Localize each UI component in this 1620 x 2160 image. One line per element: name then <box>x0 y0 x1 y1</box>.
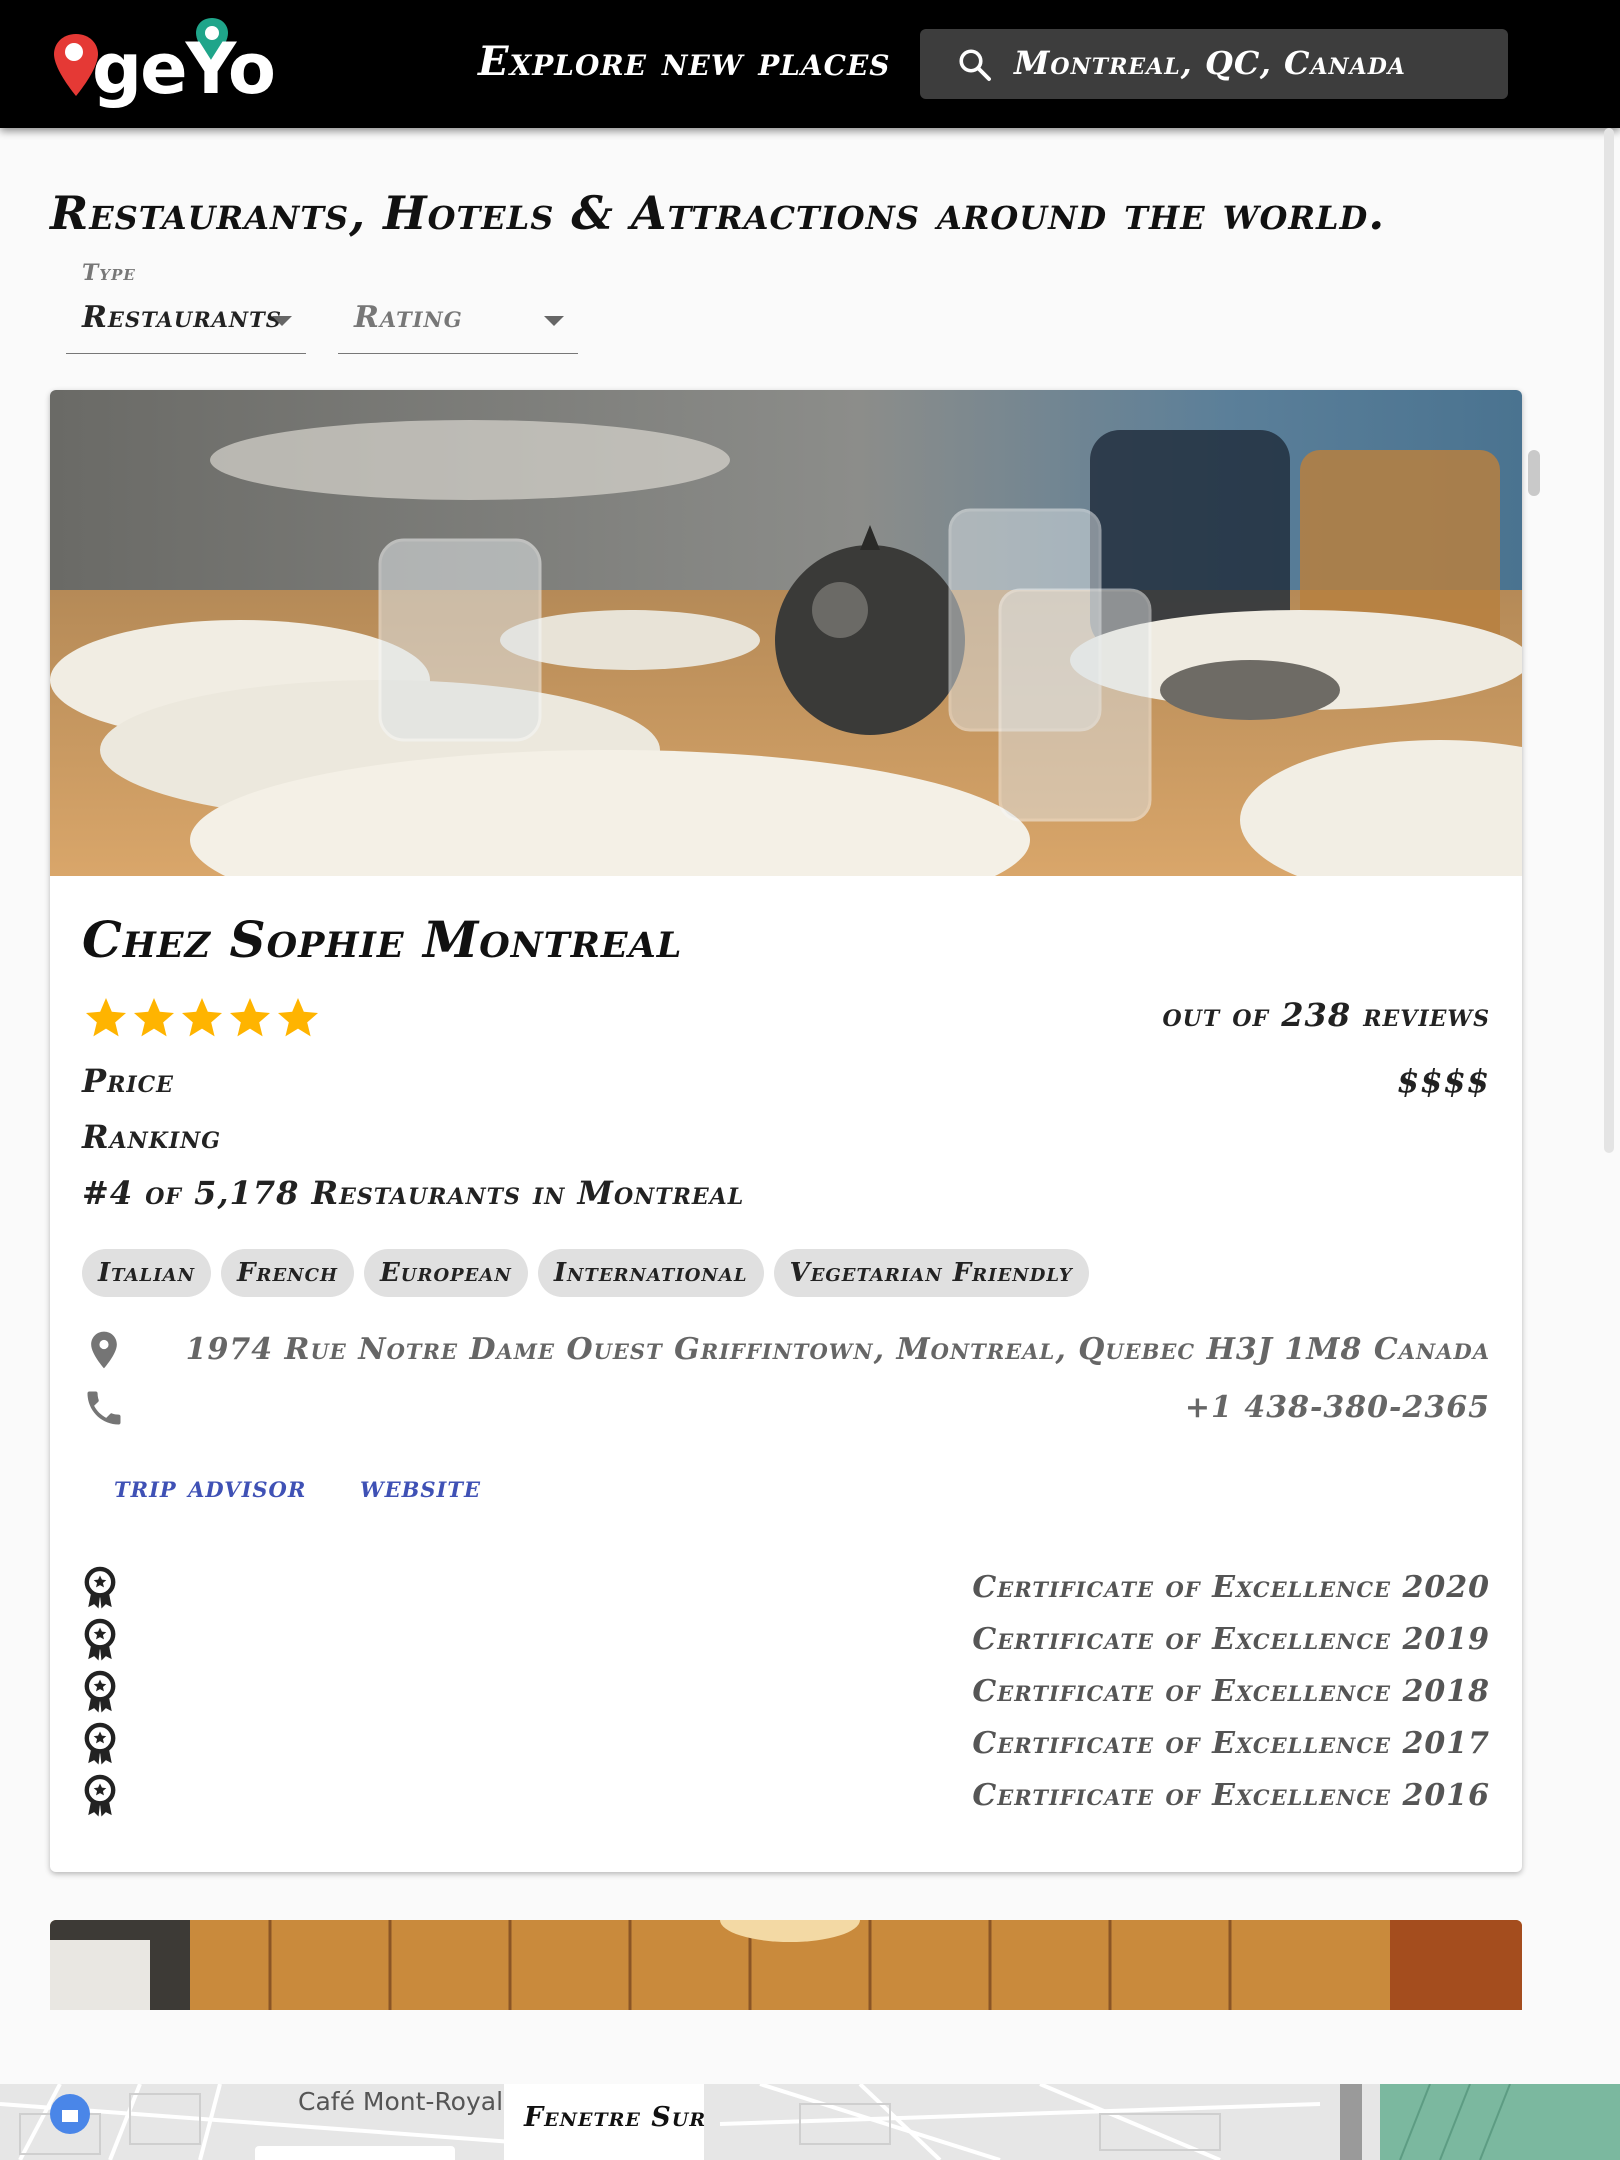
rating-select[interactable]: Rating <box>338 250 578 354</box>
star-icon <box>134 998 174 1037</box>
cuisine-chip[interactable]: Italian <box>82 1249 212 1297</box>
rating-stars <box>82 994 322 1042</box>
place-card: Chez Sophie Montreal out of 238 reviews … <box>50 390 1522 1872</box>
star-icon <box>230 998 270 1037</box>
page-scrollbar[interactable] <box>1604 128 1614 1153</box>
cuisine-chip[interactable]: European <box>363 1249 528 1297</box>
ranking-value: #4 of 5,178 Restaurants in Montreal <box>82 1174 745 1212</box>
award-text: Certificate of Excellence 2017 <box>972 1726 1490 1761</box>
award-icon <box>84 1670 116 1713</box>
award-icon <box>84 1566 116 1609</box>
award-icon <box>84 1722 116 1765</box>
award-icon <box>84 1618 116 1661</box>
type-select-value: Restaurants <box>82 300 282 335</box>
tripadvisor-link[interactable]: trip advisor <box>114 1464 306 1511</box>
address-text: 1974 Rue Notre Dame Ouest Griffintown, M… <box>185 1332 1490 1367</box>
type-select[interactable]: Type Restaurants <box>66 250 306 354</box>
phone-text: +1 438-380-2365 <box>1184 1390 1490 1425</box>
tagline: Explore new places <box>478 38 891 85</box>
rating-select-placeholder: Rating <box>354 300 463 335</box>
award-text: Certificate of Excellence 2018 <box>972 1674 1490 1709</box>
cuisine-chips: Italian French European International Ve… <box>82 1249 1089 1297</box>
place-details: Chez Sophie Montreal out of 238 reviews … <box>82 876 1490 1872</box>
geyo-logo[interactable]: geYo <box>52 16 292 112</box>
map-popup-title: Fenetre Sur <box>524 2102 707 2133</box>
app-bar: geYo Explore new places Montreal, QC, Ca… <box>0 0 1620 128</box>
award-icon <box>84 1774 116 1817</box>
award-text: Certificate of Excellence 2020 <box>972 1570 1490 1605</box>
ranking-label: Ranking <box>82 1118 222 1156</box>
place-name: Chez Sophie Montreal <box>82 910 683 969</box>
star-icon <box>182 998 222 1037</box>
dropdown-arrow-icon <box>272 316 292 326</box>
cuisine-chip[interactable]: Vegetarian Friendly <box>773 1249 1089 1297</box>
price-label: Price <box>82 1062 174 1100</box>
map-place-label: Café Mont-Royal <box>298 2087 504 2116</box>
review-count: out of 238 reviews <box>1162 996 1490 1034</box>
star-icon <box>86 998 126 1037</box>
list-scrollbar-thumb[interactable] <box>1528 450 1540 496</box>
dropdown-arrow-icon <box>544 316 564 326</box>
search-input[interactable]: Montreal, QC, Canada <box>1014 43 1406 83</box>
logo-text: geYo <box>92 28 276 110</box>
map-view[interactable]: Café Mont-Royal Fenetre Sur <box>0 2084 1620 2160</box>
phone-icon <box>87 1391 121 1425</box>
price-value: $$$$ <box>1396 1062 1490 1100</box>
award-text: Certificate of Excellence 2019 <box>972 1622 1490 1657</box>
search-icon <box>959 49 991 81</box>
location-pin-icon <box>91 1331 117 1369</box>
search-bar[interactable]: Montreal, QC, Canada <box>920 29 1508 99</box>
map-tiles <box>0 2084 1620 2160</box>
type-select-label: Type <box>82 260 136 286</box>
map-info-popup[interactable]: Fenetre Sur <box>504 2084 707 2160</box>
restaurant-photo-next <box>50 1920 1522 2010</box>
cuisine-chip[interactable]: International <box>537 1249 764 1297</box>
cuisine-chip[interactable]: French <box>221 1249 354 1297</box>
website-link[interactable]: website <box>360 1464 481 1511</box>
star-icon <box>278 998 318 1037</box>
restaurant-photo <box>50 390 1522 876</box>
page-heading: Restaurants, Hotels & Attractions around… <box>50 186 1386 240</box>
award-text: Certificate of Excellence 2016 <box>972 1778 1490 1813</box>
place-card-next <box>50 1920 1522 2010</box>
